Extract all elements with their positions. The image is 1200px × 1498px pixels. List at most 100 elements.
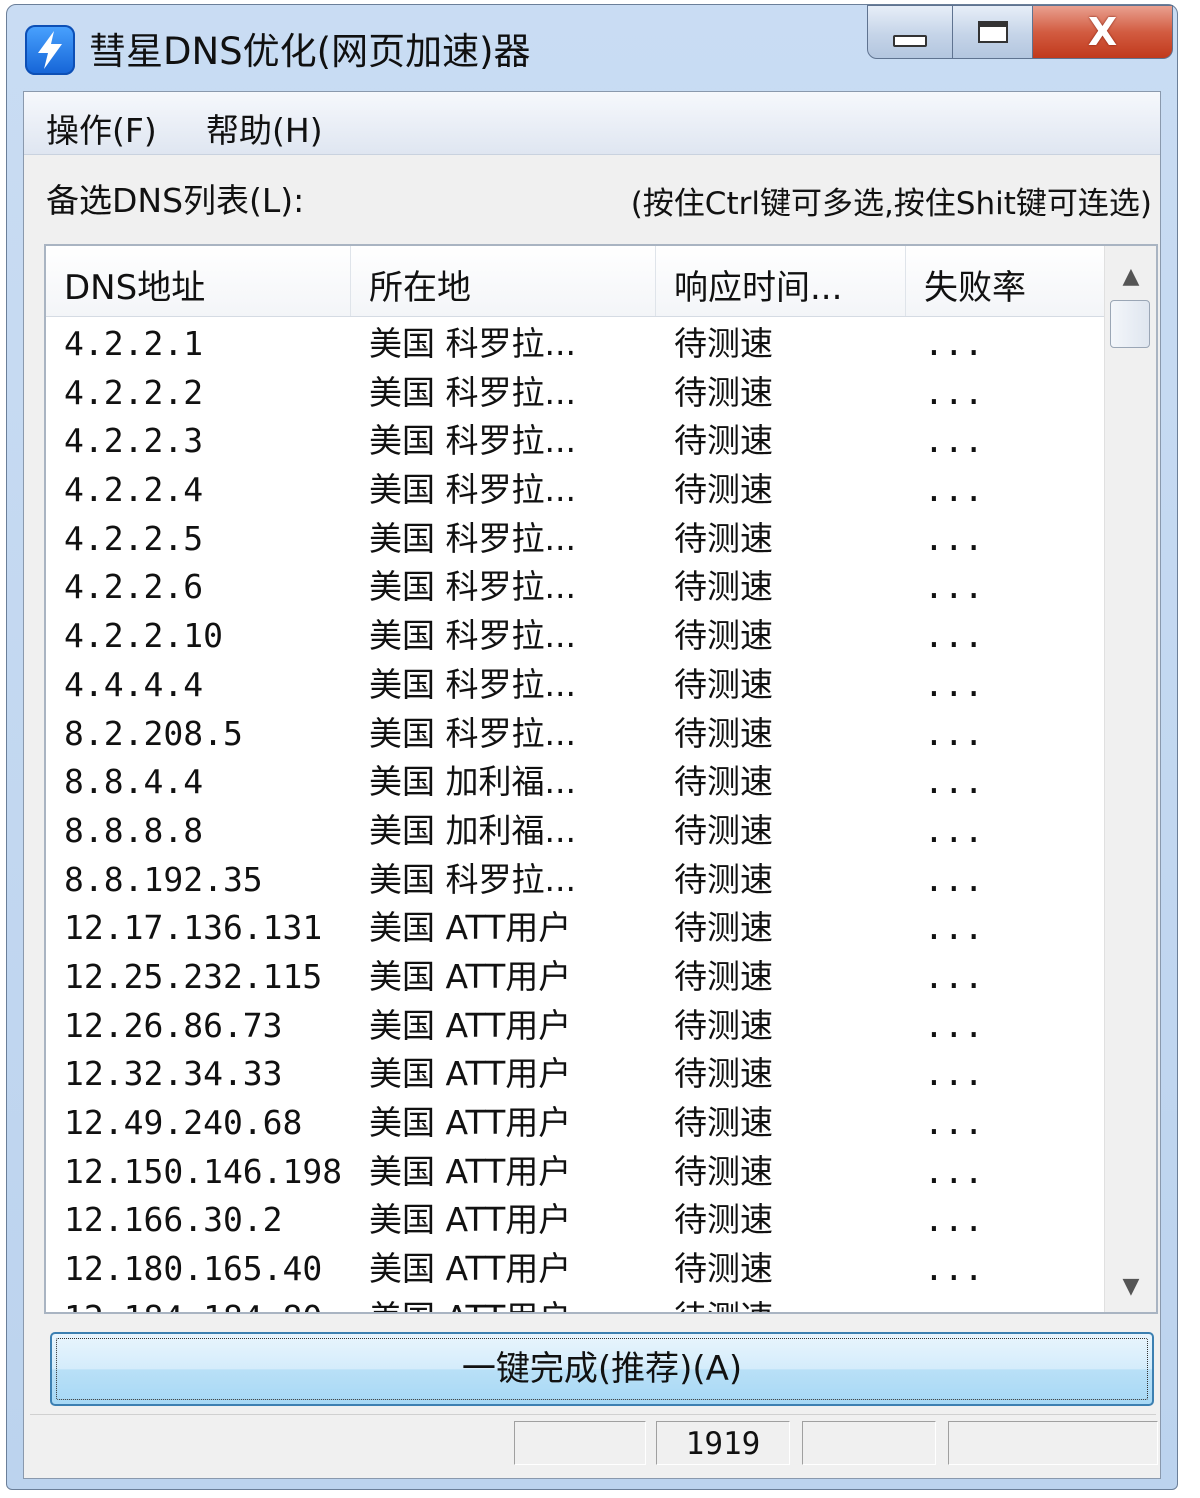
failure-rate-cell: ... xyxy=(924,762,984,802)
dns-address-cell: 4.2.2.6 xyxy=(64,567,204,607)
table-row[interactable]: 12.25.232.115 美国 ATT用户 待测速... xyxy=(46,953,1106,1002)
dns-address-cell: 12.166.30.2 xyxy=(64,1200,283,1240)
table-row[interactable]: 12.32.34.33 美国 ATT用户 待测速... xyxy=(46,1050,1106,1099)
dns-address-cell: 4.2.2.5 xyxy=(64,518,204,558)
column-header-response-time[interactable]: 响应时间... xyxy=(656,246,906,316)
location-cell: 美国 ATT用户 xyxy=(369,1005,572,1045)
list-label: 备选DNS列表(L): xyxy=(46,181,305,220)
table-row[interactable]: 12.49.240.68 美国 ATT用户 待测速... xyxy=(46,1099,1106,1148)
minimize-icon xyxy=(893,35,927,47)
response-time-cell: 待测速 xyxy=(674,518,773,558)
response-time-cell: 待测速 xyxy=(656,1294,906,1312)
table-row[interactable]: 4.2.2.1 美国 科罗拉... 待测速... xyxy=(46,320,1106,369)
location-cell: 美国 科罗拉... xyxy=(369,567,576,607)
location-cell: 美国 科罗拉... xyxy=(369,518,576,558)
status-panel-3 xyxy=(802,1421,936,1465)
failure-rate-cell: ... xyxy=(924,713,984,753)
response-time-cell: 待测速 xyxy=(674,713,773,753)
response-time-cell: 待测速 xyxy=(674,1103,773,1142)
response-time-cell: 待测速 xyxy=(674,762,773,802)
dns-address-cell: 8.8.192.35 xyxy=(64,859,263,899)
table-row[interactable]: 4.4.4.4 美国 科罗拉... 待测速... xyxy=(46,661,1106,710)
dns-address-cell: 12.150.146.198 xyxy=(64,1151,343,1191)
location-cell: 美国 科罗拉... xyxy=(369,664,576,704)
maximize-button[interactable] xyxy=(953,5,1033,59)
response-time-cell: 待测速 xyxy=(674,1249,773,1289)
table-row[interactable]: 12.26.86.73 美国 ATT用户 待测速... xyxy=(46,1002,1106,1051)
failure-rate-cell: ... xyxy=(924,567,984,607)
table-row[interactable]: 4.2.2.3 美国 科罗拉... 待测速... xyxy=(46,417,1106,466)
failure-rate-cell: ... xyxy=(924,859,984,899)
response-time-cell: 待测速 xyxy=(674,470,773,510)
scroll-up-icon[interactable]: ▲ xyxy=(1105,250,1156,302)
location-cell: 美国 科罗拉... xyxy=(369,372,576,412)
dns-address-cell: 12.17.136.131 xyxy=(64,908,323,948)
table-row[interactable]: 12.166.30.2 美国 ATT用户 待测速... xyxy=(46,1196,1106,1245)
dns-address-cell: 4.2.2.2 xyxy=(64,372,204,412)
dns-address-cell: 4.4.4.4 xyxy=(64,664,204,704)
table-row[interactable]: 4.2.2.4 美国 科罗拉... 待测速... xyxy=(46,466,1106,515)
failure-rate-cell: ... xyxy=(924,518,984,558)
table-row[interactable]: 8.8.8.8 美国 加利福... 待测速... xyxy=(46,807,1106,856)
table-row[interactable]: 8.8.192.35 美国 科罗拉... 待测速... xyxy=(46,856,1106,905)
location-cell: 美国 科罗拉... xyxy=(369,421,576,461)
dns-address-cell: 4.2.2.3 xyxy=(64,421,204,461)
client-area: 操作(F) 帮助(H) 备选DNS列表(L): (按住Ctrl键可多选,按住Sh… xyxy=(23,91,1161,1479)
dns-address-cell: 12.180.165.40 xyxy=(64,1249,323,1289)
status-panel-1 xyxy=(514,1421,646,1465)
response-time-cell: 待测速 xyxy=(674,908,773,948)
table-row[interactable]: 4.2.2.10 美国 科罗拉... 待测速... xyxy=(46,612,1106,661)
table-row[interactable]: 12.150.146.198 美国 ATT用户 待测速... xyxy=(46,1148,1106,1197)
table-row[interactable]: 12.184.184.80美国 ATT用户待测速... xyxy=(46,1294,1106,1312)
dns-address-cell: 4.2.2.1 xyxy=(64,324,204,363)
dns-address-cell: 4.2.2.4 xyxy=(64,470,204,510)
table-row[interactable]: 4.2.2.5 美国 科罗拉... 待测速... xyxy=(46,515,1106,564)
selection-hint: (按住Ctrl键可多选,按住Shit键可连选) xyxy=(630,186,1152,222)
dns-list[interactable]: DNS地址 所在地 响应时间... 失败率 4.2.2.1 美国 科罗拉... 待测… xyxy=(44,244,1158,1314)
location-cell: 美国 加利福... xyxy=(369,810,576,850)
dns-address-cell: 8.8.4.4 xyxy=(64,762,204,802)
response-time-cell: 待测速 xyxy=(674,956,773,996)
column-header-dns[interactable]: DNS地址 xyxy=(46,246,351,316)
dns-address-cell: 8.8.8.8 xyxy=(64,810,204,850)
vertical-scrollbar[interactable]: ▲ ▼ xyxy=(1104,246,1156,1312)
failure-rate-cell: ... xyxy=(924,956,984,996)
response-time-cell: 待测速 xyxy=(674,372,773,412)
minimize-button[interactable] xyxy=(867,5,953,59)
table-row[interactable]: 12.17.136.131 美国 ATT用户 待测速... xyxy=(46,904,1106,953)
scroll-thumb[interactable] xyxy=(1110,300,1150,348)
response-time-cell: 待测速 xyxy=(674,1005,773,1045)
column-header-location[interactable]: 所在地 xyxy=(351,246,656,316)
table-row[interactable]: 4.2.2.6 美国 科罗拉... 待测速... xyxy=(46,563,1106,612)
menu-help[interactable]: 帮助(H) xyxy=(206,104,323,152)
scroll-down-icon[interactable]: ▼ xyxy=(1105,1260,1156,1312)
table-row[interactable]: 4.2.2.2 美国 科罗拉... 待测速... xyxy=(46,369,1106,418)
failure-rate-cell: ... xyxy=(924,324,984,363)
title-bar[interactable]: 彗星DNS优化(网页加速)器 X xyxy=(7,5,1177,87)
location-cell: 美国 ATT用户 xyxy=(369,1200,572,1240)
list-header: DNS地址 所在地 响应时间... 失败率 xyxy=(46,246,1106,317)
failure-rate-cell: ... xyxy=(924,470,984,510)
failure-rate-cell: ... xyxy=(924,421,984,461)
menu-bar: 操作(F) 帮助(H) xyxy=(24,92,1160,155)
list-rows: 4.2.2.1 美国 科罗拉... 待测速... 4.2.2.2 美国 科罗拉... 待测… xyxy=(46,320,1106,1312)
failure-rate-cell: ... xyxy=(924,664,984,704)
location-cell: 美国 科罗拉... xyxy=(369,616,576,656)
failure-rate-cell: ... xyxy=(906,1294,1106,1312)
location-cell: 美国 ATT用户 xyxy=(369,1103,572,1142)
location-cell: 美国 科罗拉... xyxy=(369,324,576,363)
response-time-cell: 待测速 xyxy=(674,324,773,363)
response-time-cell: 待测速 xyxy=(674,859,773,899)
one-click-finish-button[interactable]: 一键完成(推荐)(A) xyxy=(50,1332,1154,1406)
lightning-icon xyxy=(25,25,75,75)
close-button[interactable]: X xyxy=(1033,5,1173,59)
menu-operate[interactable]: 操作(F) xyxy=(46,104,157,152)
table-row[interactable]: 8.8.4.4 美国 加利福... 待测速... xyxy=(46,758,1106,807)
maximize-icon xyxy=(977,21,1008,43)
table-row[interactable]: 12.180.165.40 美国 ATT用户 待测速... xyxy=(46,1245,1106,1294)
column-header-failure-rate[interactable]: 失败率 xyxy=(906,246,1106,316)
failure-rate-cell: ... xyxy=(924,1200,984,1240)
dns-address-cell: 4.2.2.10 xyxy=(64,616,223,656)
table-row[interactable]: 8.2.208.5 美国 科罗拉... 待测速... xyxy=(46,710,1106,759)
response-time-cell: 待测速 xyxy=(674,1054,773,1094)
